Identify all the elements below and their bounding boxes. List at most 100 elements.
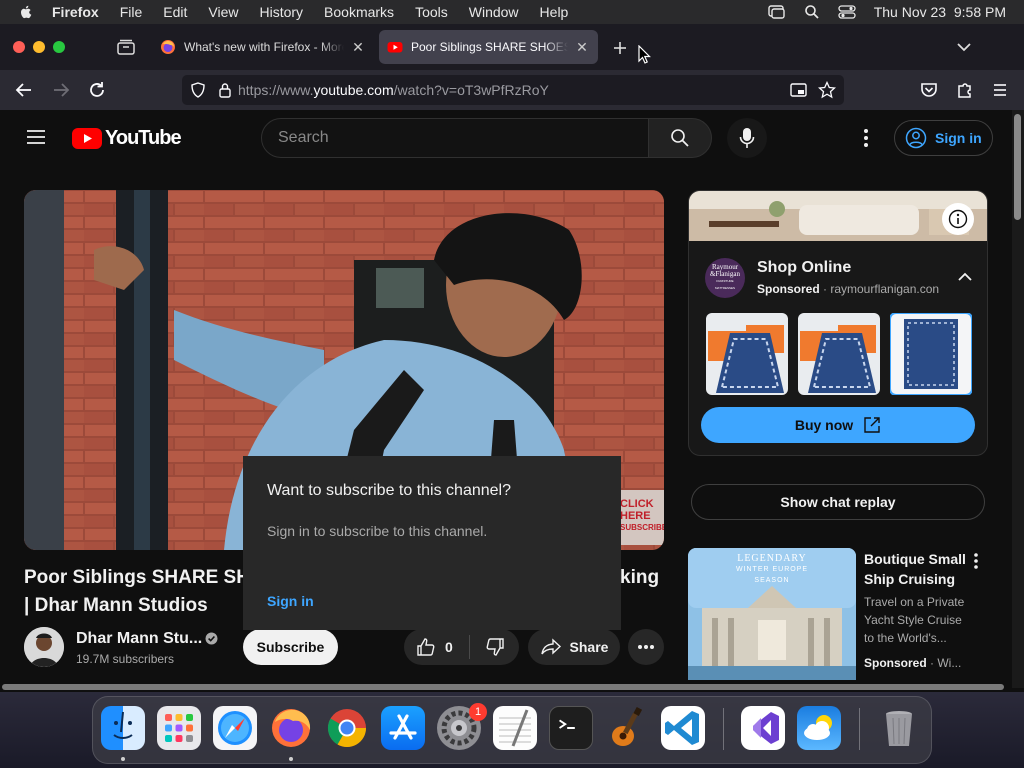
- menu-history[interactable]: History: [259, 4, 303, 20]
- hamburger-menu-icon[interactable]: [990, 80, 1010, 100]
- list-all-tabs-chevron-down-icon[interactable]: [955, 40, 973, 54]
- spotlight-search-icon[interactable]: [804, 4, 820, 20]
- settings-notification-badge: 1: [469, 703, 487, 721]
- launchpad-icon[interactable]: [157, 706, 201, 750]
- popup-sign-in-link[interactable]: Sign in: [267, 593, 314, 609]
- menu-help[interactable]: Help: [540, 4, 569, 20]
- textedit-icon[interactable]: [493, 706, 537, 750]
- window-close-button[interactable]: [13, 41, 25, 53]
- screen-mirroring-icon[interactable]: [768, 4, 786, 20]
- forward-arrow-icon[interactable]: [51, 80, 71, 100]
- menu-tools[interactable]: Tools: [415, 4, 448, 20]
- tab-title: What's new with Firefox - More: [184, 40, 344, 54]
- subscribe-signin-popup: Want to subscribe to this channel? Sign …: [243, 456, 621, 630]
- padlock-icon[interactable]: [218, 82, 232, 98]
- advertiser-logo[interactable]: Raymour &Flanigan FURNITURE MATTRESSES: [705, 258, 745, 298]
- menu-window[interactable]: Window: [469, 4, 519, 20]
- back-arrow-icon[interactable]: [14, 80, 34, 100]
- pocket-icon[interactable]: [919, 80, 939, 100]
- youtube-logo-text: YouTube: [105, 127, 182, 149]
- tab-close-icon[interactable]: ✕: [574, 39, 590, 56]
- youtube-icon: [387, 42, 403, 53]
- external-link-icon: [864, 417, 880, 433]
- safari-icon[interactable]: [213, 706, 257, 750]
- recommended-title[interactable]: Boutique Small Ship Cruising: [864, 549, 966, 589]
- mac-menu-bar: Firefox File Edit View History Bookmarks…: [0, 0, 1024, 24]
- reload-icon[interactable]: [87, 80, 107, 100]
- control-center-icon[interactable]: [838, 4, 856, 20]
- voice-search-button[interactable]: [727, 118, 767, 158]
- channel-avatar[interactable]: [24, 627, 64, 667]
- menu-bookmarks[interactable]: Bookmarks: [324, 4, 394, 20]
- dock-separator: [859, 708, 860, 750]
- youtube-logo[interactable]: YouTube: [72, 127, 182, 150]
- new-tab-plus-icon[interactable]: [612, 40, 628, 56]
- menu-view[interactable]: View: [208, 4, 238, 20]
- extensions-puzzle-icon[interactable]: [955, 80, 975, 100]
- subscribe-button[interactable]: Subscribe: [243, 629, 338, 665]
- menu-app-name[interactable]: Firefox: [52, 4, 99, 20]
- ad-info-button[interactable]: [942, 203, 974, 235]
- ad-buy-now-button[interactable]: Buy now: [701, 407, 975, 443]
- weather-icon[interactable]: [797, 706, 841, 750]
- tab-close-icon[interactable]: ✕: [350, 39, 366, 56]
- info-icon: [948, 209, 968, 229]
- vertical-scrollbar-thumb[interactable]: [1014, 114, 1021, 220]
- app-store-icon[interactable]: [381, 706, 425, 750]
- ad-title[interactable]: Shop Online: [757, 259, 851, 277]
- thumbs-up-icon: [417, 638, 435, 656]
- thumbnail-subscribe-overlay: CLICK HERE SUBSCRIBE: [620, 498, 664, 532]
- like-count: 0: [445, 639, 453, 655]
- popup-body: Sign in to subscribe to this channel.: [267, 523, 488, 539]
- firefox-running-dot: [289, 757, 293, 761]
- like-button[interactable]: 0: [404, 629, 468, 665]
- apple-icon[interactable]: [18, 4, 34, 20]
- tab-youtube-video[interactable]: Poor Siblings SHARE SHOES for ✕: [379, 30, 598, 64]
- firefox-dock-icon[interactable]: [269, 706, 313, 750]
- menu-edit[interactable]: Edit: [163, 4, 187, 20]
- more-actions-button[interactable]: [628, 629, 664, 665]
- search-input[interactable]: Search: [261, 118, 649, 158]
- tab-firefox-whats-new[interactable]: What's new with Firefox - More ✕: [152, 30, 374, 64]
- more-options-vertical-icon[interactable]: [862, 128, 870, 148]
- trash-icon[interactable]: [877, 706, 921, 750]
- ad-product-image-1[interactable]: [706, 313, 788, 395]
- chrome-icon[interactable]: [325, 706, 369, 750]
- microphone-icon: [739, 128, 755, 148]
- dislike-button[interactable]: [470, 629, 519, 665]
- mouse-cursor-icon: [638, 45, 651, 64]
- recommended-more-vertical-icon[interactable]: [972, 552, 980, 570]
- picture-in-picture-icon[interactable]: [790, 82, 808, 98]
- guide-menu-icon[interactable]: [26, 128, 46, 146]
- vertical-scrollbar[interactable]: [1012, 110, 1024, 688]
- thumbs-down-icon: [486, 638, 504, 656]
- show-chat-replay-button[interactable]: Show chat replay: [691, 484, 985, 520]
- finder-running-dot: [121, 757, 125, 761]
- visual-studio-icon[interactable]: [741, 706, 785, 750]
- channel-name[interactable]: Dhar Mann Stu...: [76, 630, 202, 648]
- youtube-logo-icon: [72, 128, 102, 149]
- tab-title: Poor Siblings SHARE SHOES for: [411, 40, 568, 54]
- horizontal-scrollbar[interactable]: [0, 683, 1012, 691]
- chevron-up-icon[interactable]: [957, 271, 973, 283]
- firefox-view-icon[interactable]: [116, 38, 136, 56]
- menu-clock[interactable]: Thu Nov 23 9:58 PM: [874, 4, 1006, 20]
- url-text[interactable]: https://www.youtube.com/watch?v=oT3wPfRz…: [238, 82, 549, 98]
- ad-product-image-3[interactable]: [890, 313, 972, 395]
- finder-icon[interactable]: [101, 706, 145, 750]
- vscode-icon[interactable]: [661, 706, 705, 750]
- search-button[interactable]: [648, 118, 712, 158]
- tracking-protection-shield-icon[interactable]: [190, 82, 206, 98]
- garageband-icon[interactable]: [605, 706, 649, 750]
- ad-product-image-2[interactable]: [798, 313, 880, 395]
- sign-in-button[interactable]: Sign in: [894, 120, 993, 156]
- horizontal-scrollbar-thumb[interactable]: [2, 684, 1004, 690]
- popup-heading: Want to subscribe to this channel?: [267, 482, 511, 499]
- share-button[interactable]: Share: [528, 629, 620, 665]
- bookmark-star-icon[interactable]: [818, 81, 836, 99]
- menu-file[interactable]: File: [120, 4, 143, 20]
- terminal-icon[interactable]: [549, 706, 593, 750]
- window-zoom-button[interactable]: [53, 41, 65, 53]
- address-bar[interactable]: https://www.youtube.com/watch?v=oT3wPfRz…: [182, 75, 844, 105]
- window-minimize-button[interactable]: [33, 41, 45, 53]
